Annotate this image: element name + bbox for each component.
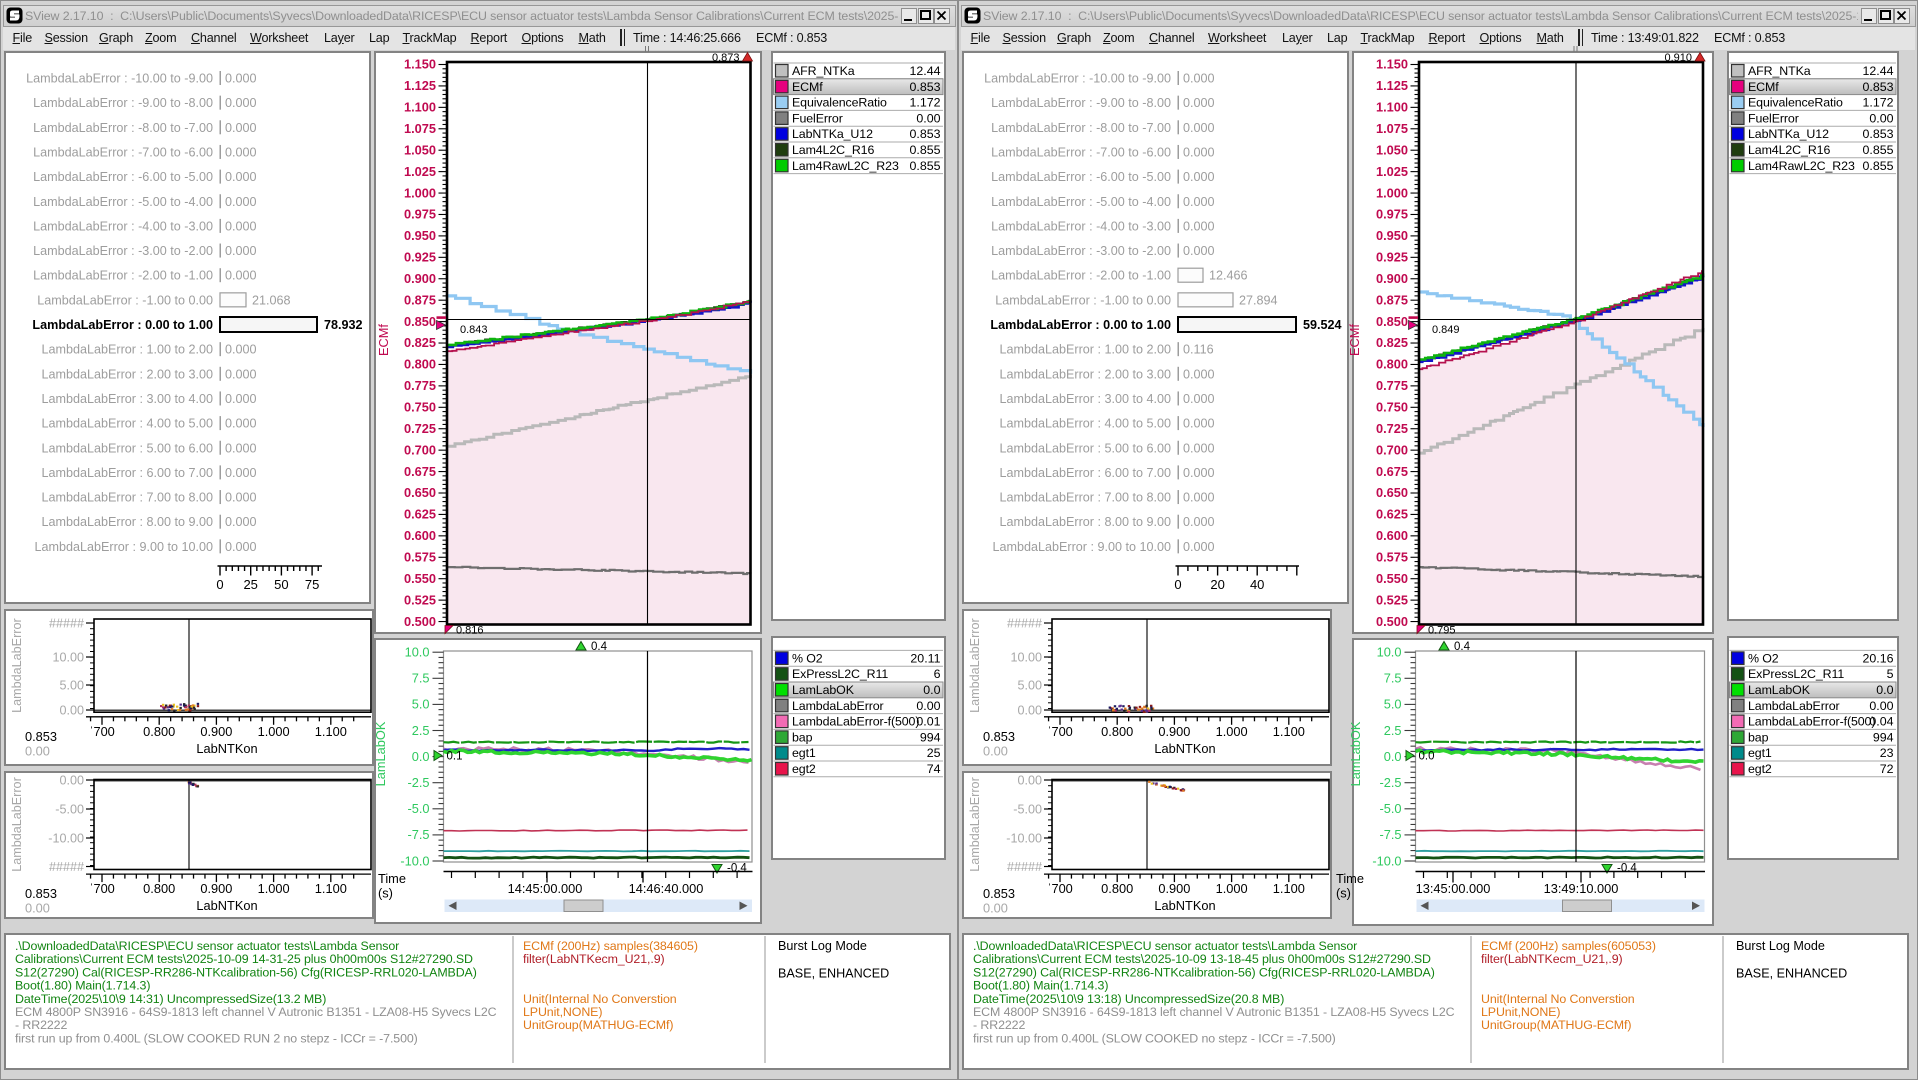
svg-text:LPUnit,NONE): LPUnit,NONE) <box>523 1005 602 1019</box>
svg-text:LPUnit,NONE): LPUnit,NONE) <box>1481 1005 1560 1019</box>
svg-text:Calibrations\Current ECM tests: Calibrations\Current ECM tests\2025-10-0… <box>15 952 473 966</box>
svg-text:ECMf (200Hz) samples(605053): ECMf (200Hz) samples(605053) <box>1481 939 1656 953</box>
svg-text:ECMf (200Hz) samples(384605): ECMf (200Hz) samples(384605) <box>523 939 698 953</box>
svg-text:Boot(1.80) Main(1.714.3): Boot(1.80) Main(1.714.3) <box>15 979 150 993</box>
svg-text:.\DownloadedData\RICESP\ECU se: .\DownloadedData\RICESP\ECU sensor actua… <box>15 939 399 953</box>
svg-text:Unit(Internal No Converstion: Unit(Internal No Converstion <box>1481 992 1635 1006</box>
svg-text:.\DownloadedData\RICESP\ECU se: .\DownloadedData\RICESP\ECU sensor actua… <box>973 939 1357 953</box>
svg-text:Boot(1.80) Main(1.714.3): Boot(1.80) Main(1.714.3) <box>973 979 1108 993</box>
svg-text:BASE, ENHANCED: BASE, ENHANCED <box>778 966 889 980</box>
svg-text:ECM 4800P SN3916 - 64S9-1813 l: ECM 4800P SN3916 - 64S9-1813 left channe… <box>15 1005 497 1019</box>
svg-text:- RR2222: - RR2222 <box>15 1018 67 1032</box>
svg-text:S12(27290) Cal(RICESP-RR286-NT: S12(27290) Cal(RICESP-RR286-NTKcalibrati… <box>15 965 477 979</box>
svg-text:first run up from 0.400L (SLOW: first run up from 0.400L (SLOW COOKED no… <box>973 1031 1336 1045</box>
svg-text:- RR2222: - RR2222 <box>973 1018 1025 1032</box>
svg-text:UnitGroup(MATHUG-ECMf): UnitGroup(MATHUG-ECMf) <box>1481 1018 1631 1032</box>
svg-text:BASE, ENHANCED: BASE, ENHANCED <box>1736 966 1847 980</box>
svg-text:first run up from 0.400L (SLOW: first run up from 0.400L (SLOW COOKED RU… <box>15 1031 418 1045</box>
svg-text:ECM 4800P SN3916 - 64S9-1813 l: ECM 4800P SN3916 - 64S9-1813 left channe… <box>973 1005 1455 1019</box>
svg-text:Calibrations\Current ECM tests: Calibrations\Current ECM tests\2025-10-0… <box>973 952 1431 966</box>
svg-text:DateTime(2025\10\9 13:18) Unco: DateTime(2025\10\9 13:18) UncompressedSi… <box>973 992 1284 1006</box>
svg-text:filter(LabNTKecm_U21,.9): filter(LabNTKecm_U21,.9) <box>523 952 665 966</box>
svg-text:Burst Log Mode: Burst Log Mode <box>778 939 867 953</box>
svg-text:S12(27290) Cal(RICESP-RR286-NT: S12(27290) Cal(RICESP-RR286-NTKcalibrati… <box>973 965 1435 979</box>
svg-text:Unit(Internal No Converstion: Unit(Internal No Converstion <box>523 992 677 1006</box>
svg-text:DateTime(2025\10\9 14:31) Unco: DateTime(2025\10\9 14:31) UncompressedSi… <box>15 992 326 1006</box>
svg-text:Burst Log Mode: Burst Log Mode <box>1736 939 1825 953</box>
svg-text:filter(LabNTKecm_U21,.9): filter(LabNTKecm_U21,.9) <box>1481 952 1623 966</box>
svg-text:UnitGroup(MATHUG-ECMf): UnitGroup(MATHUG-ECMf) <box>523 1018 673 1032</box>
